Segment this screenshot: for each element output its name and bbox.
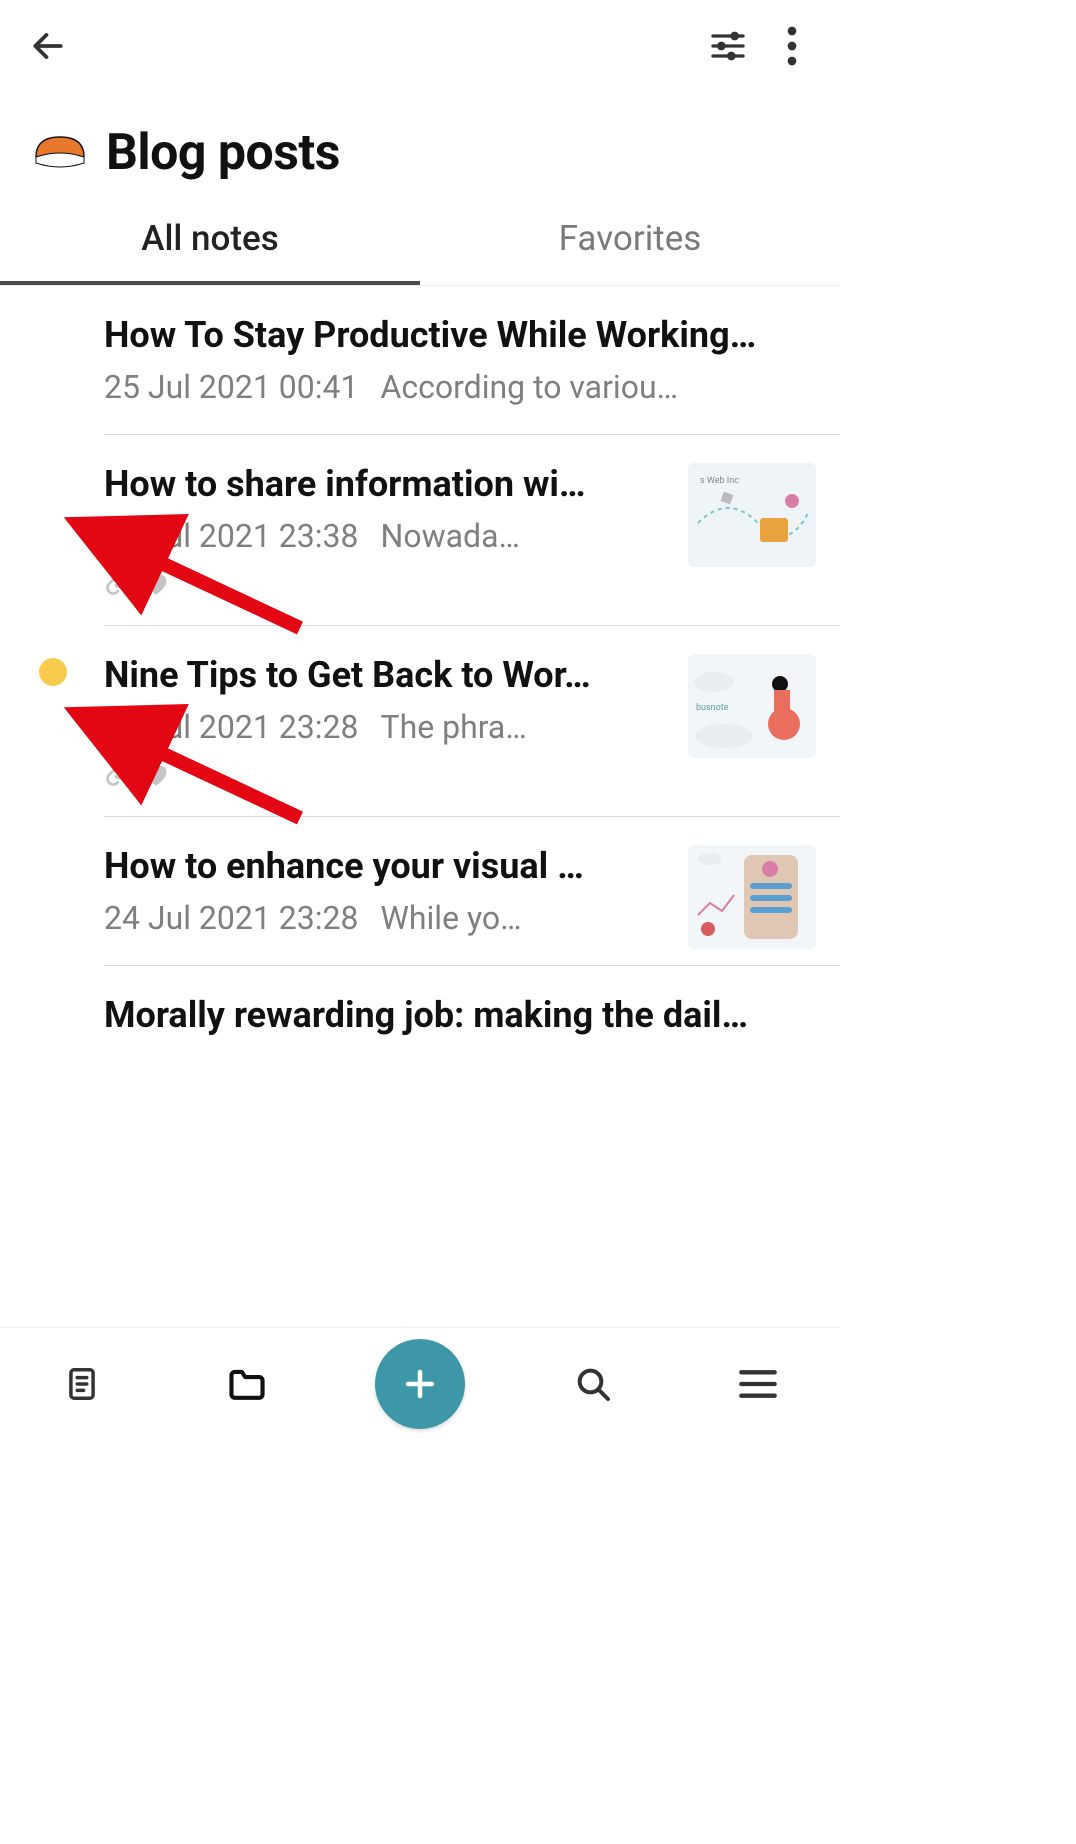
bottom-nav bbox=[0, 1328, 840, 1440]
note-date: 24 Jul 2021 23:28 bbox=[104, 708, 358, 746]
list-item[interactable]: Nine Tips to Get Back to Wor… 24 Jul 202… bbox=[104, 626, 840, 817]
back-arrow-icon bbox=[29, 27, 67, 65]
favorite-icon bbox=[142, 571, 170, 595]
top-bar bbox=[0, 0, 840, 92]
note-date: 24 Jul 2021 23:38 bbox=[104, 517, 358, 555]
folder-icon bbox=[226, 1365, 268, 1403]
menu-icon bbox=[738, 1369, 778, 1399]
note-icon bbox=[63, 1365, 101, 1403]
note-title: How To Stay Productive While Working… bbox=[104, 314, 816, 356]
nav-folders-button[interactable] bbox=[211, 1348, 283, 1420]
settings-sliders-icon bbox=[708, 26, 748, 66]
add-note-fab[interactable] bbox=[375, 1339, 465, 1429]
tab-bar: All notes Favorites bbox=[0, 200, 840, 286]
note-preview: According to variou… bbox=[380, 368, 678, 406]
tab-all-notes[interactable]: All notes bbox=[0, 200, 420, 285]
notebook-title-row: Blog posts bbox=[0, 92, 840, 200]
search-icon bbox=[573, 1364, 613, 1404]
svg-text:busnote: busnote bbox=[696, 703, 729, 713]
tab-favorites[interactable]: Favorites bbox=[420, 200, 840, 285]
overflow-menu-button[interactable] bbox=[760, 14, 824, 78]
list-item[interactable]: How to share information wi… 24 Jul 2021… bbox=[104, 435, 840, 626]
note-title: How to enhance your visual … bbox=[104, 845, 670, 887]
list-item[interactable]: How To Stay Productive While Working… 25… bbox=[104, 286, 840, 435]
note-title: How to share information wi… bbox=[104, 463, 670, 505]
nav-menu-button[interactable] bbox=[722, 1348, 794, 1420]
nav-search-button[interactable] bbox=[557, 1348, 629, 1420]
filter-button[interactable] bbox=[696, 14, 760, 78]
nav-notes-button[interactable] bbox=[46, 1348, 118, 1420]
note-marker-dot bbox=[39, 658, 67, 686]
note-preview: While yo… bbox=[380, 899, 521, 937]
note-preview: The phra… bbox=[380, 708, 526, 746]
more-vertical-icon bbox=[787, 26, 797, 66]
page-title: Blog posts bbox=[106, 124, 340, 182]
add-icon bbox=[402, 1366, 438, 1402]
note-date: 24 Jul 2021 23:28 bbox=[104, 899, 358, 937]
note-list: How To Stay Productive While Working… 25… bbox=[0, 286, 840, 1048]
note-thumbnail bbox=[688, 845, 816, 949]
note-date: 25 Jul 2021 00:41 bbox=[104, 368, 358, 406]
list-item[interactable]: How to enhance your visual … 24 Jul 2021… bbox=[104, 817, 840, 966]
favorite-icon bbox=[142, 762, 170, 786]
back-button[interactable] bbox=[16, 14, 80, 78]
link-icon bbox=[104, 760, 132, 788]
note-thumbnail: busnote bbox=[688, 654, 816, 758]
list-item[interactable]: Morally rewarding job: making the dail… bbox=[104, 966, 840, 1048]
note-title: Morally rewarding job: making the dail… bbox=[104, 994, 816, 1036]
svg-text:s Web Inc: s Web Inc bbox=[700, 476, 739, 486]
link-icon bbox=[104, 569, 132, 597]
notebook-icon bbox=[32, 129, 88, 177]
note-preview: Nowada… bbox=[380, 517, 519, 555]
note-title: Nine Tips to Get Back to Wor… bbox=[104, 654, 670, 696]
note-thumbnail: s Web Inc bbox=[688, 463, 816, 567]
